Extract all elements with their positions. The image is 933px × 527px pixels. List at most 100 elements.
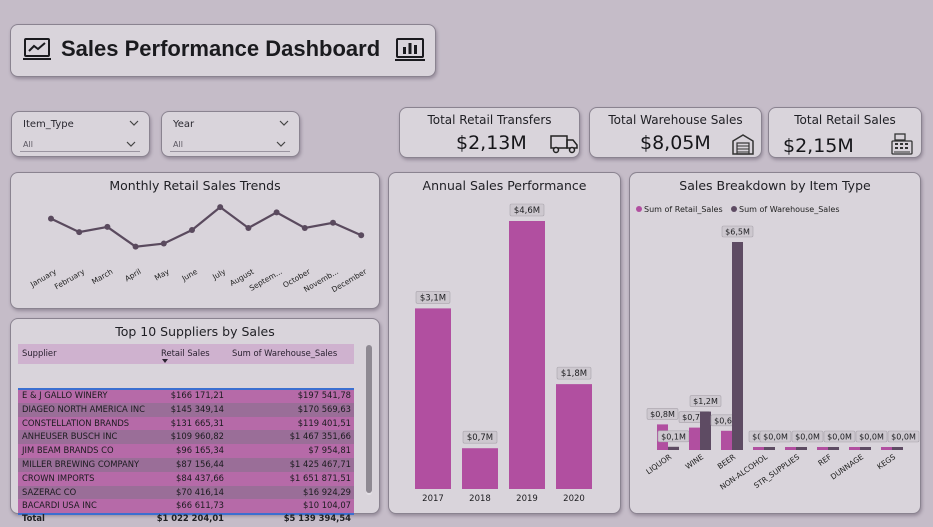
data-point[interactable] — [132, 243, 139, 250]
data-label: $0,7M — [467, 433, 493, 443]
table-row[interactable]: DIAGEO NORTH AMERICA INC $145 349,14 $170 … — [18, 402, 354, 417]
suppliers-table-card: Top 10 Suppliers by Sales Supplier Retai… — [10, 318, 380, 523]
slicer-dropdown[interactable]: All — [20, 137, 140, 152]
bar[interactable] — [849, 447, 860, 450]
bar[interactable] — [892, 447, 903, 450]
cell-retail-sales: $131 665,31 — [170, 417, 224, 428]
x-tick-label: February — [53, 267, 87, 292]
slicer-dropdown[interactable]: All — [170, 137, 290, 152]
data-point[interactable] — [160, 240, 167, 247]
cell-retail-sales: $66 611,73 — [176, 500, 224, 511]
line-chart-icon — [23, 38, 51, 60]
data-point[interactable] — [273, 209, 280, 216]
data-point[interactable] — [104, 223, 111, 230]
bar[interactable] — [700, 411, 711, 450]
table-row[interactable]: BACARDI USA INC $66 611,73 $10 104,07 — [18, 499, 354, 514]
data-label: $6,5M — [725, 228, 750, 237]
kpi-value: $2,13M — [456, 132, 527, 154]
kpi-warehouse-sales: Total Warehouse Sales $8,05M — [589, 107, 762, 158]
sort-desc-icon — [162, 359, 168, 363]
chevron-down-icon — [126, 141, 136, 147]
x-tick-label: REF — [816, 452, 833, 468]
data-label: $0,8M — [650, 410, 675, 419]
column-header-retail-sales[interactable]: Retail Sales — [161, 348, 210, 358]
total-warehouse: $5 139 394,54 — [283, 513, 351, 523]
slicer-label: Year — [173, 119, 195, 130]
truck-icon — [550, 135, 578, 154]
data-point[interactable] — [245, 224, 252, 231]
bar[interactable] — [732, 242, 743, 450]
bar[interactable] — [828, 447, 839, 450]
data-label: $1,8M — [561, 369, 587, 379]
table-row[interactable]: ANHEUSER BUSCH INC $109 960,82 $1 467 351,… — [18, 430, 354, 445]
data-point[interactable] — [189, 227, 195, 234]
bar[interactable] — [881, 447, 892, 450]
bar[interactable] — [415, 308, 451, 489]
legend-label[interactable]: Sum of Warehouse_Sales — [739, 205, 840, 214]
column-header-supplier[interactable]: Supplier — [22, 348, 57, 358]
header-underline — [18, 388, 354, 390]
data-point[interactable] — [48, 215, 54, 222]
cell-retail-sales: $109 960,82 — [170, 431, 224, 442]
kpi-retail-transfers: Total Retail Transfers $2,13M — [399, 107, 580, 158]
x-tick-label: 2017 — [422, 494, 444, 504]
cash-register-icon — [891, 133, 913, 155]
slicer-item-type[interactable]: Item_Type All — [11, 111, 150, 157]
data-point[interactable] — [217, 204, 224, 211]
kpi-value: $8,05M — [640, 132, 711, 154]
chevron-down-icon[interactable] — [129, 119, 139, 127]
x-tick-label: LIQUOR — [644, 452, 673, 476]
cell-retail-sales: $87 156,44 — [176, 459, 224, 469]
title-card: Sales Performance Dashboard — [10, 24, 436, 77]
item-type-chart: Sales Breakdown by Item Type Sum of Reta… — [629, 172, 921, 514]
chevron-down-icon[interactable] — [279, 119, 289, 127]
bar[interactable] — [764, 447, 775, 450]
table-row[interactable]: CROWN IMPORTS $84 437,66 $1 651 871,51 — [18, 471, 354, 486]
column-header-warehouse-sales[interactable]: Sum of Warehouse_Sales — [232, 348, 337, 358]
bar[interactable] — [796, 447, 807, 450]
cell-warehouse-sales: $119 401,51 — [297, 417, 351, 428]
bar[interactable] — [668, 446, 679, 450]
bar[interactable] — [785, 447, 796, 450]
legend-label[interactable]: Sum of Retail_Sales — [644, 205, 723, 214]
table-scrollbar[interactable] — [366, 345, 372, 495]
table-title: Top 10 Suppliers by Sales — [115, 324, 275, 339]
bar[interactable] — [817, 447, 828, 450]
table-row[interactable]: CONSTELLATION BRANDS $131 665,31 $119 401,… — [18, 416, 354, 431]
cell-warehouse-sales: $170 569,63 — [297, 403, 351, 414]
data-label: $0,0M — [763, 433, 788, 442]
data-point[interactable] — [76, 229, 83, 236]
x-tick-label: June — [179, 267, 199, 284]
table-row[interactable]: SAZERAC CO $70 416,14 $16 924,29 — [18, 485, 354, 500]
data-point[interactable] — [301, 224, 308, 231]
data-point[interactable] — [330, 219, 336, 226]
kpi-retail-sales: Total Retail Sales $2,15M — [768, 107, 922, 158]
table-row[interactable]: E & J GALLO WINERY $166 171,21 $197 541,78 — [18, 389, 354, 403]
data-point[interactable] — [358, 232, 365, 239]
table-row[interactable]: MILLER BREWING COMPANY $87 156,44 $1 425 4… — [18, 458, 354, 472]
cell-warehouse-sales: $197 541,78 — [297, 390, 351, 400]
total-retail: $1 022 204,01 — [156, 513, 224, 523]
legend-marker — [636, 206, 642, 212]
x-tick-label: 2019 — [516, 494, 538, 504]
bar[interactable] — [556, 384, 592, 489]
bar[interactable] — [721, 430, 732, 450]
bar[interactable] — [860, 447, 871, 450]
cell-retail-sales: $70 416,14 — [176, 486, 224, 497]
table-header: Supplier Retail Sales Sum of Warehouse_S… — [18, 344, 354, 364]
x-tick-label: WINE — [684, 452, 706, 471]
bar[interactable] — [509, 221, 545, 489]
scrollbar-thumb[interactable] — [366, 345, 372, 493]
x-tick-label: DUNNAGE — [829, 452, 866, 481]
cell-warehouse-sales: $10 104,07 — [303, 500, 351, 511]
slicer-year[interactable]: Year All — [161, 111, 300, 157]
table-row[interactable]: JIM BEAM BRANDS CO $96 165,34 $7 954,81 — [18, 444, 354, 458]
monthly-sales-chart: Monthly Retail Sales Trends January Febru… — [10, 172, 380, 309]
annual-sales-chart: Annual Sales Performance $3,1M 2017 $0,7M 2… — [388, 172, 621, 514]
bar[interactable] — [689, 427, 700, 450]
kpi-label: Total Warehouse Sales — [608, 113, 743, 127]
bar[interactable] — [753, 447, 764, 450]
annual-bar-plot: $3,1M 2017 $0,7M 2018 $4,6M 2019 $1,8M 2020 — [415, 203, 592, 504]
bar[interactable] — [462, 448, 498, 489]
x-tick-label: March — [90, 267, 115, 286]
